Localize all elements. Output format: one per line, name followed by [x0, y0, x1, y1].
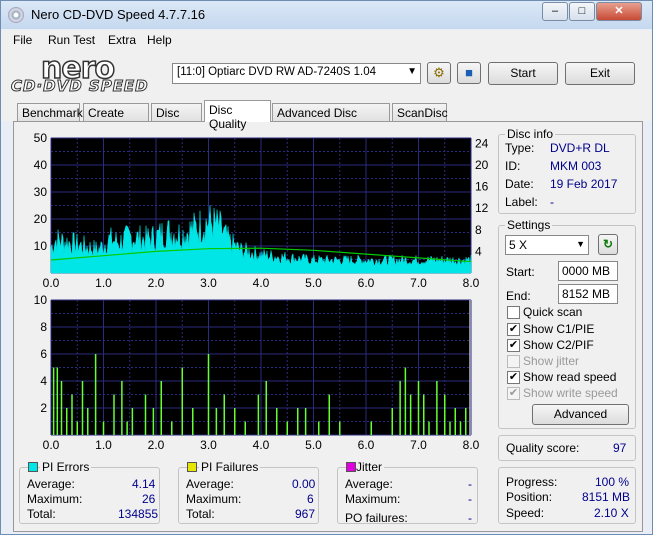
- speed-label: Speed:: [506, 506, 545, 520]
- jitter-average-value: -: [468, 477, 472, 491]
- end-label: End:: [506, 289, 531, 303]
- x-tick-label: 7.0: [410, 438, 427, 452]
- disc-date-label: Date:: [505, 177, 534, 191]
- pi-failures-average-value: 0.00: [292, 477, 316, 491]
- progress-value: 100 %: [595, 475, 630, 489]
- speed-value: 2.10 X: [594, 506, 629, 520]
- pi-failures-swatch: [187, 462, 197, 472]
- start-label: Start:: [506, 265, 535, 279]
- y-right-tick-label: 8: [475, 223, 482, 237]
- pi-errors-maximum-label: Maximum:: [27, 492, 83, 506]
- speed-select-value: 5 X: [509, 238, 528, 252]
- quality-score-value: 97: [613, 441, 627, 455]
- show-c1pie-checkbox[interactable]: ✔: [507, 323, 520, 336]
- settings-title: Settings: [505, 218, 553, 232]
- y-right-tick-label: 20: [475, 158, 489, 172]
- show-read-speed-checkbox[interactable]: ✔: [507, 371, 520, 384]
- disc-label-label: Label:: [505, 195, 538, 209]
- po-failures-value: -: [468, 511, 472, 525]
- po-failures-label: PO failures:: [345, 511, 408, 525]
- pi-errors-swatch: [28, 462, 38, 472]
- disc-id-label: ID:: [505, 159, 521, 173]
- position-value: 8151 MB: [582, 490, 631, 504]
- y-tick-label: 8: [40, 320, 47, 334]
- x-tick-label: 4.0: [253, 276, 270, 290]
- pi-failures-total-value: 967: [295, 507, 316, 521]
- pi-failures-maximum-label: Maximum:: [186, 492, 242, 506]
- y-tick-label: 40: [34, 158, 48, 172]
- x-tick-label: 3.0: [200, 438, 217, 452]
- x-tick-label: 3.0: [200, 276, 217, 290]
- pi-errors-total-value: 134855: [118, 507, 159, 521]
- pi-failures-total-label: Total:: [186, 507, 215, 521]
- show-c2pif-label: Show C2/PIF: [523, 338, 594, 352]
- y-right-tick-label: 24: [475, 136, 489, 150]
- disc-info-title: Disc info: [505, 127, 556, 141]
- x-tick-label: 1.0: [95, 438, 112, 452]
- quick-scan-label: Quick scan: [523, 305, 583, 319]
- pi-errors-title: PI Errors: [40, 460, 92, 474]
- quick-scan-checkbox[interactable]: [507, 306, 520, 319]
- show-write-speed-checkbox: ✔: [507, 387, 520, 400]
- disc-date-value: 19 Feb 2017: [550, 177, 618, 191]
- position-label: Position:: [506, 490, 553, 504]
- x-tick-label: 7.0: [410, 276, 427, 290]
- pi-errors-average-value: 4.14: [132, 477, 156, 491]
- y-tick-label: 10: [34, 239, 48, 253]
- x-tick-label: 0.0: [43, 276, 60, 290]
- x-tick-label: 0.0: [43, 438, 60, 452]
- x-tick-label: 4.0: [253, 438, 270, 452]
- show-jitter-checkbox: [507, 355, 520, 368]
- refresh-icon: ↻: [602, 237, 614, 251]
- speed-select[interactable]: 5 X ▼: [505, 235, 589, 255]
- advanced-button[interactable]: Advanced: [532, 404, 629, 425]
- app-window: Nero CD-DVD Speed 4.7.7.16 ‒ □ ✕ File Ru…: [0, 0, 653, 535]
- y-tick-label: 50: [34, 131, 48, 145]
- progress-label: Progress:: [506, 475, 558, 489]
- end-input[interactable]: 8152 MB: [558, 284, 618, 304]
- quality-score-label: Quality score:: [506, 441, 580, 455]
- pi-failures-average-label: Average:: [186, 477, 234, 491]
- show-c1pie-label: Show C1/PIE: [523, 322, 595, 336]
- chevron-down-icon: ▼: [576, 239, 585, 249]
- y-right-tick-label: 12: [475, 201, 489, 215]
- show-c2pif-checkbox[interactable]: ✔: [507, 339, 520, 352]
- y-tick-label: 10: [34, 293, 48, 307]
- x-tick-label: 5.0: [305, 276, 322, 290]
- y-tick-label: 20: [34, 212, 48, 226]
- y-right-tick-label: 16: [475, 180, 489, 194]
- disc-type-value: DVD+R DL: [550, 141, 610, 155]
- refresh-speed-button[interactable]: ↻: [598, 234, 618, 255]
- y-tick-label: 2: [40, 401, 47, 415]
- pi-failures-maximum-value: 6: [307, 492, 314, 506]
- x-tick-label: 2.0: [148, 276, 165, 290]
- x-tick-label: 6.0: [358, 438, 375, 452]
- pi-errors-average-label: Average:: [27, 477, 75, 491]
- pi-errors-total-label: Total:: [27, 507, 56, 521]
- x-tick-label: 8.0: [463, 438, 480, 452]
- jitter-maximum-label: Maximum:: [345, 492, 401, 506]
- disc-id-value: MKM 003: [550, 159, 602, 173]
- x-tick-label: 8.0: [463, 276, 480, 290]
- jitter-average-label: Average:: [345, 477, 393, 491]
- x-tick-label: 1.0: [95, 276, 112, 290]
- show-read-speed-label: Show read speed: [523, 370, 617, 384]
- disc-label-value: -: [550, 195, 554, 209]
- start-input[interactable]: 0000 MB: [558, 261, 618, 281]
- x-tick-label: 2.0: [148, 438, 165, 452]
- jitter-maximum-value: -: [468, 492, 472, 506]
- jitter-title: Jitter: [354, 460, 385, 474]
- pi-failures-title: PI Failures: [199, 460, 261, 474]
- jitter-swatch: [346, 462, 356, 472]
- y-tick-label: 6: [40, 347, 47, 361]
- y-tick-label: 4: [40, 374, 47, 388]
- x-tick-label: 6.0: [358, 276, 375, 290]
- x-tick-label: 5.0: [305, 438, 322, 452]
- pi-errors-maximum-value: 26: [142, 492, 156, 506]
- show-write-speed-label: Show write speed: [523, 386, 618, 400]
- disc-type-label: Type:: [505, 141, 535, 155]
- show-jitter-label: Show jitter: [523, 354, 580, 368]
- y-right-tick-label: 4: [475, 244, 482, 258]
- y-tick-label: 30: [34, 185, 48, 199]
